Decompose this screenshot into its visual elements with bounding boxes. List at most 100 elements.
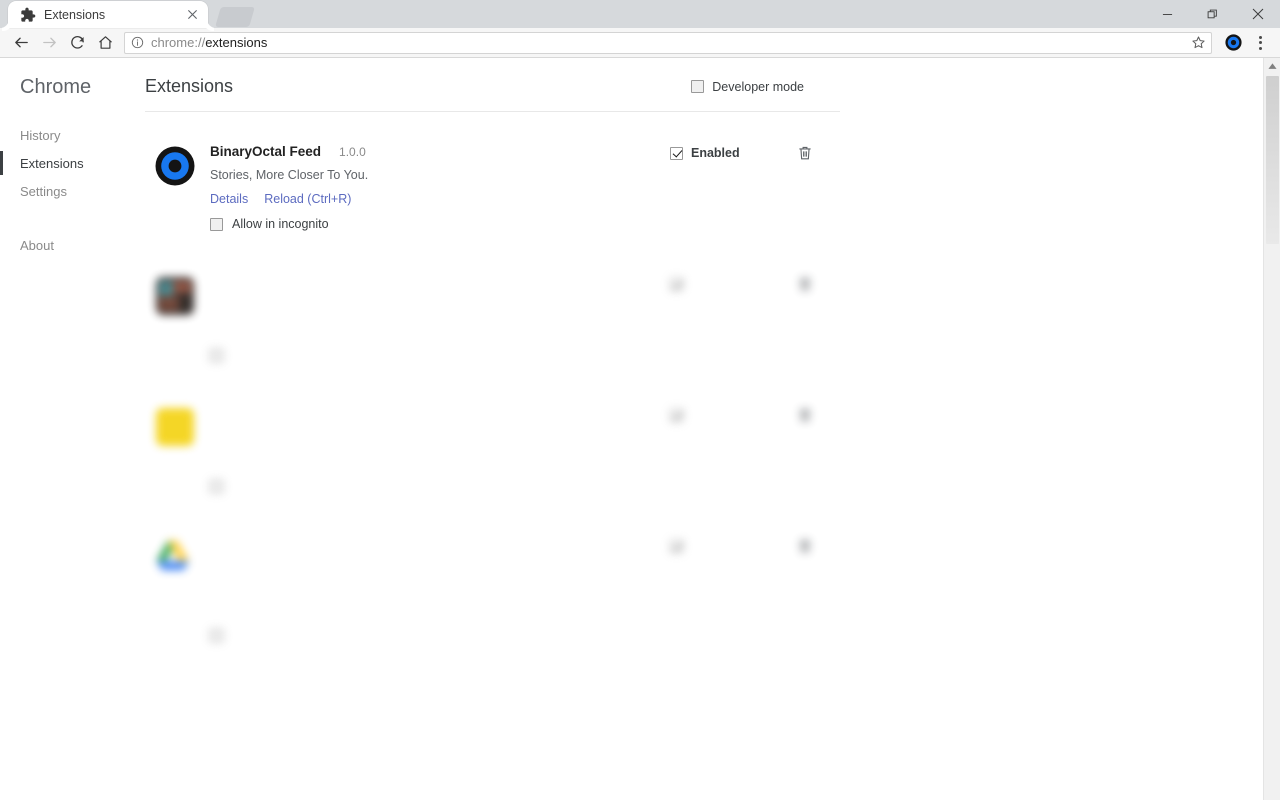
tab-close-icon[interactable] — [184, 7, 200, 23]
sidebar-item-label: Extensions — [20, 155, 84, 171]
allow-incognito-checkbox[interactable] — [210, 348, 223, 362]
back-button[interactable] — [8, 30, 34, 56]
remove-extension-button[interactable] — [796, 537, 816, 557]
bookmark-star-icon[interactable] — [1189, 34, 1207, 52]
remove-extension-button[interactable] — [796, 144, 816, 164]
extension-item-blurred-1[interactable]: ​ — [145, 253, 840, 384]
enabled-checkbox[interactable] — [670, 146, 683, 160]
enabled-toggle[interactable] — [670, 539, 715, 553]
allow-incognito-toggle[interactable] — [210, 479, 840, 493]
window-controls — [1145, 0, 1280, 28]
reload-button[interactable] — [64, 30, 90, 56]
page-scrollbar[interactable] — [1263, 58, 1280, 800]
sidebar-item-label: History — [20, 127, 61, 143]
developer-mode-checkbox[interactable] — [691, 80, 705, 93]
extension-details — [205, 537, 840, 643]
extension-item-binaryoctal-feed[interactable]: BinaryOctal Feed 1.0.0 Stories, More Clo… — [145, 122, 840, 253]
extension-item-blurred-3[interactable] — [145, 515, 840, 664]
extension-description: Stories, More Closer To You. — [210, 168, 369, 182]
new-tab-button[interactable] — [215, 7, 255, 27]
details-link[interactable]: Details — [210, 192, 248, 206]
footer-ghost-text-secondary — [1000, 758, 1200, 770]
extension-icon-wrap — [145, 537, 205, 642]
extension-action-binaryoctal[interactable] — [1220, 30, 1246, 56]
extension-name — [210, 537, 398, 552]
enabled-checkbox[interactable] — [670, 408, 683, 422]
enabled-toggle[interactable] — [670, 408, 715, 422]
details-link[interactable] — [210, 323, 231, 337]
menu-dot-icon — [1258, 46, 1262, 50]
extension-description — [210, 428, 840, 446]
extension-title-line — [210, 537, 840, 552]
enabled-toggle[interactable]: Enabled — [670, 146, 740, 160]
footer-ghost-text — [345, 748, 945, 762]
sidebar-item-extensions[interactable]: Extensions — [0, 149, 145, 177]
remove-extension-button[interactable] — [796, 406, 816, 426]
allow-incognito-checkbox[interactable] — [210, 217, 223, 231]
scrollbar-thumb[interactable] — [1266, 76, 1279, 244]
extension-icon-wrap — [145, 275, 205, 362]
trash-icon — [799, 540, 811, 553]
tab-strip: Extensions — [0, 0, 1280, 28]
extension-links: Details Reload (Ctrl+R) — [210, 192, 840, 206]
tab-title: Extensions — [44, 7, 106, 22]
extension-links — [210, 454, 840, 468]
sidebar-nav: History Extensions Settings About — [0, 121, 145, 259]
extension-name: ​ — [210, 275, 233, 291]
enabled-checkbox[interactable] — [670, 539, 683, 553]
page-header: Extensions Developer mode — [145, 58, 840, 112]
home-button[interactable] — [92, 30, 118, 56]
maximize-restore-button[interactable] — [1190, 0, 1235, 28]
google-drive-icon — [156, 540, 189, 571]
extensions-page: Chrome History Extensions Settings About… — [0, 58, 1280, 800]
address-bar[interactable]: chrome://extensions — [124, 31, 1212, 54]
yellow-square-icon — [156, 408, 194, 447]
chrome-menu-button[interactable] — [1248, 30, 1272, 56]
extension-name: BinaryOctal Feed — [210, 144, 322, 159]
enabled-label — [691, 277, 715, 291]
reload-icon — [70, 36, 84, 49]
developer-mode-toggle[interactable]: Developer mode — [691, 80, 840, 94]
tab-extensions[interactable]: Extensions — [8, 1, 208, 28]
enabled-checkbox[interactable] — [670, 277, 683, 291]
extension-details: ​ — [205, 275, 840, 362]
extension-links — [210, 323, 840, 337]
allow-incognito-checkbox[interactable] — [210, 479, 223, 493]
binaryoctal-target-icon — [1224, 34, 1242, 51]
reload-link[interactable]: Reload (Ctrl+R) — [264, 192, 351, 206]
extension-title-line: ​ — [210, 275, 840, 290]
allow-incognito-toggle[interactable]: Allow in incognito — [210, 217, 840, 231]
extension-links — [210, 604, 840, 618]
details-link[interactable] — [210, 604, 231, 618]
browser-window: Extensions chrome://extensions Chrome Hi… — [0, 0, 1280, 800]
sidebar-item-settings[interactable]: Settings — [0, 177, 145, 205]
binaryoctal-target-icon — [155, 146, 195, 186]
allow-incognito-toggle[interactable] — [210, 348, 840, 362]
allow-incognito-label — [232, 348, 281, 362]
extension-name — [210, 406, 229, 421]
sidebar-item-about[interactable]: About — [0, 231, 145, 259]
forward-button[interactable] — [36, 30, 62, 56]
enabled-label — [691, 408, 715, 422]
dark-thumbnail-icon — [156, 277, 194, 316]
close-button[interactable] — [1235, 0, 1280, 28]
trash-icon — [799, 146, 811, 160]
allow-incognito-checkbox[interactable] — [210, 629, 223, 643]
info-icon[interactable] — [131, 36, 144, 49]
details-link[interactable] — [210, 454, 231, 468]
scrollbar-up-arrow-icon[interactable] — [1264, 58, 1280, 75]
extension-version: 1.0.0 — [339, 145, 366, 159]
extension-version — [251, 276, 264, 290]
enabled-label — [691, 539, 715, 553]
sidebar-item-label: Settings — [20, 183, 67, 199]
extension-version — [247, 407, 254, 421]
enabled-toggle[interactable] — [670, 277, 715, 291]
remove-extension-button[interactable] — [796, 275, 816, 295]
extension-details — [205, 406, 840, 493]
minimize-button[interactable] — [1145, 0, 1190, 28]
sidebar-item-history[interactable]: History — [0, 121, 145, 149]
extension-title-line: BinaryOctal Feed 1.0.0 — [210, 144, 840, 159]
extension-title-line — [210, 406, 840, 421]
allow-incognito-toggle[interactable] — [210, 629, 840, 643]
extension-item-blurred-2[interactable] — [145, 384, 840, 515]
